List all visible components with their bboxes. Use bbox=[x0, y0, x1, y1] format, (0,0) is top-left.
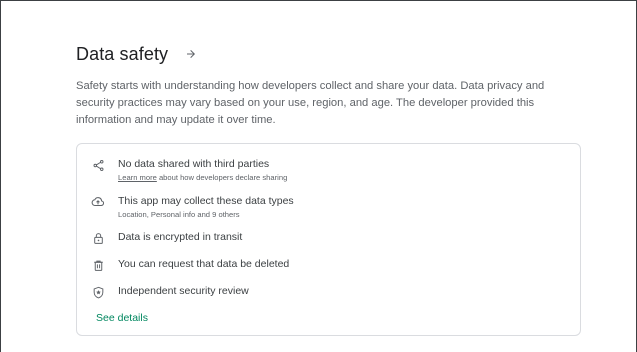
item-label: Data is encrypted in transit bbox=[118, 231, 243, 243]
section-title: Data safety bbox=[76, 43, 169, 64]
item-security-review: Independent security review bbox=[91, 285, 249, 299]
item-encryption: Data is encrypted in transit bbox=[91, 231, 242, 245]
item-sublabel: Location, Personal info and 9 others bbox=[118, 210, 240, 219]
item-data-sharing: No data shared with third parties Learn … bbox=[91, 158, 287, 183]
item-label: This app may collect these data types bbox=[118, 195, 294, 207]
learn-more-link[interactable]: Learn more bbox=[118, 173, 157, 182]
lock-icon bbox=[91, 231, 105, 245]
item-label: You can request that data be deleted bbox=[118, 258, 290, 270]
trash-icon bbox=[91, 258, 105, 272]
cloud-upload-icon bbox=[91, 195, 105, 209]
item-sublabel: Learn more about how developers declare … bbox=[118, 172, 287, 183]
item-data-collection: This app may collect these data types Lo… bbox=[91, 195, 294, 220]
shield-icon bbox=[91, 285, 105, 299]
section-description: Safety starts with understanding how dev… bbox=[76, 80, 545, 126]
section-heading: Data safety bbox=[76, 42, 581, 66]
data-safety-card: No data shared with third parties Learn … bbox=[76, 143, 581, 336]
item-deletion: You can request that data be deleted bbox=[91, 258, 289, 272]
item-label: Independent security review bbox=[118, 285, 249, 297]
share-icon bbox=[91, 158, 105, 172]
item-label: No data shared with third parties bbox=[118, 158, 270, 170]
arrow-right-icon[interactable] bbox=[182, 45, 200, 63]
data-safety-section: Data safety Safety starts with understan… bbox=[76, 42, 581, 336]
item-sublabel-text: about how developers declare sharing bbox=[156, 173, 288, 182]
see-details-link[interactable]: See details bbox=[96, 312, 148, 324]
